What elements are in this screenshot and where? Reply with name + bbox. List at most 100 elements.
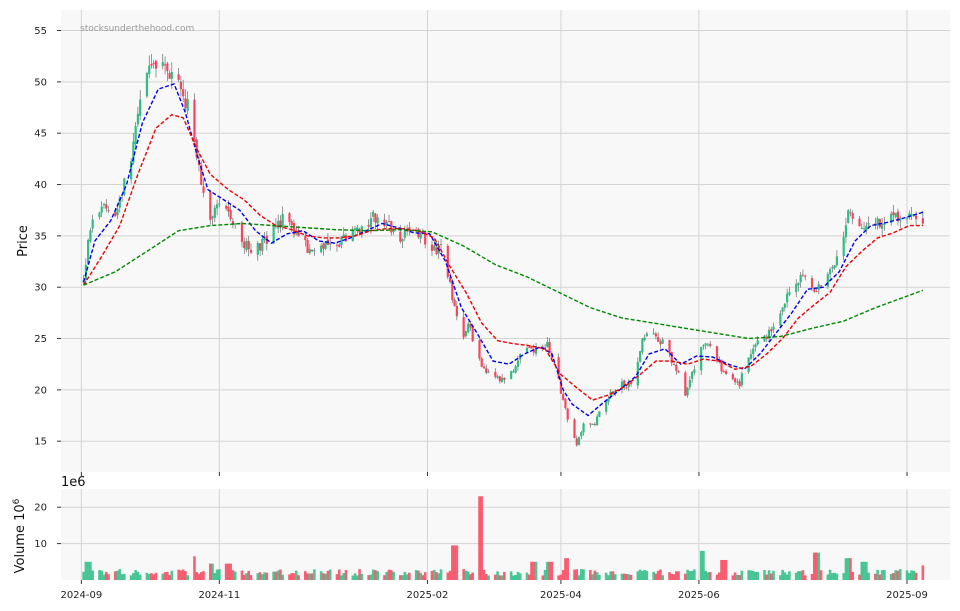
volume-bar: [335, 574, 339, 580]
volume-bar: [769, 573, 773, 580]
candle-body: [335, 244, 339, 246]
candle-body: [496, 376, 499, 378]
volume-bar: [514, 575, 517, 580]
volume-bar: [120, 574, 124, 580]
volume-bar: [844, 558, 848, 580]
candle-body: [684, 372, 687, 396]
candle-body: [865, 225, 868, 231]
volume-bar: [344, 570, 348, 580]
candle-body: [256, 243, 259, 255]
candle-body: [471, 326, 474, 342]
volume-bar: [342, 573, 346, 580]
candle-body: [677, 370, 680, 373]
candle-body: [691, 371, 694, 379]
candle-body: [225, 205, 228, 209]
candle-body: [218, 203, 221, 205]
candle-body: [182, 89, 185, 97]
candle-body: [810, 278, 814, 288]
candle-body: [668, 340, 671, 354]
candle-body: [148, 65, 151, 75]
volume-bar: [905, 570, 909, 580]
candle-body: [738, 381, 741, 387]
volume-bar: [867, 572, 870, 580]
volume-bar: [494, 574, 497, 580]
candle-body: [100, 206, 103, 213]
volume-bar: [561, 569, 565, 580]
volume-bar: [340, 575, 343, 580]
volume-bar: [374, 570, 377, 580]
volume-bar: [914, 572, 918, 580]
candle-body: [209, 191, 212, 220]
candle-body: [134, 125, 137, 145]
candle-body: [593, 423, 596, 425]
candle-body: [799, 274, 802, 283]
candle-body: [485, 368, 488, 373]
volume-bar: [921, 565, 925, 580]
volume-bar: [469, 574, 472, 580]
candle-body: [892, 212, 895, 216]
candle-body: [168, 72, 171, 79]
candle-body: [914, 215, 918, 220]
candle-body: [510, 371, 513, 380]
volume-bar: [751, 571, 755, 580]
volume-bar: [878, 574, 882, 580]
candle-body: [749, 354, 753, 359]
date-tick-label: 2024-11: [198, 590, 240, 601]
volume-bar: [674, 571, 678, 580]
candle-body: [107, 210, 110, 212]
candle-body: [589, 423, 592, 425]
candle-body: [598, 411, 601, 417]
volume-bar: [582, 569, 585, 580]
candle-body: [136, 113, 140, 125]
candle-body: [87, 239, 90, 264]
volume-bar: [308, 573, 312, 580]
candle-body: [150, 63, 153, 66]
volume-bar: [319, 571, 323, 580]
volume-bar: [229, 563, 232, 580]
volume-bar: [740, 570, 744, 580]
candle-body: [591, 423, 594, 425]
volume-bar: [817, 552, 821, 580]
candle-body: [704, 343, 707, 346]
volume-bar: [290, 573, 294, 580]
candle-body: [788, 291, 791, 295]
volume-bar: [353, 573, 357, 580]
candle-body: [580, 432, 583, 437]
volume-bar: [134, 570, 137, 580]
candle-body: [211, 216, 214, 219]
candle-body: [313, 250, 316, 252]
candle-body: [862, 228, 866, 230]
candle-body: [390, 221, 393, 233]
candle-body: [344, 235, 348, 242]
price-panel-background: [61, 10, 950, 472]
candle-body: [844, 225, 848, 238]
volume-bar: [525, 572, 529, 580]
candlestick-chart: 15 20 25 30 35 40 45 50 55 10 20 2024-09 2024-11 2025…: [12, 10, 950, 601]
volume-bar: [132, 573, 135, 580]
volume-bar: [328, 569, 332, 580]
volume-bar: [896, 570, 900, 580]
volume-bar: [883, 569, 886, 580]
volume-bar: [702, 550, 705, 580]
volume-bar: [279, 569, 282, 580]
volume-bar: [763, 569, 766, 580]
candle-body: [876, 218, 879, 226]
volume-bar: [392, 571, 395, 580]
volume-bar: [193, 556, 196, 580]
volume-bar: [783, 572, 787, 580]
candle-body: [161, 62, 164, 67]
volume-bar: [860, 561, 864, 580]
volume-bar: [620, 573, 624, 580]
volume-bar: [240, 570, 244, 580]
volume-bar: [306, 573, 309, 580]
volume-bar: [82, 571, 85, 580]
candle-body: [783, 303, 786, 308]
volume-bar: [249, 575, 253, 580]
candle-body: [501, 377, 504, 382]
candle-body: [353, 228, 357, 231]
volume-tick-label: 20: [34, 503, 47, 514]
volume-bar: [453, 545, 456, 580]
volume-bar: [435, 572, 438, 580]
volume-bar: [129, 575, 133, 580]
volume-bar: [297, 575, 300, 580]
